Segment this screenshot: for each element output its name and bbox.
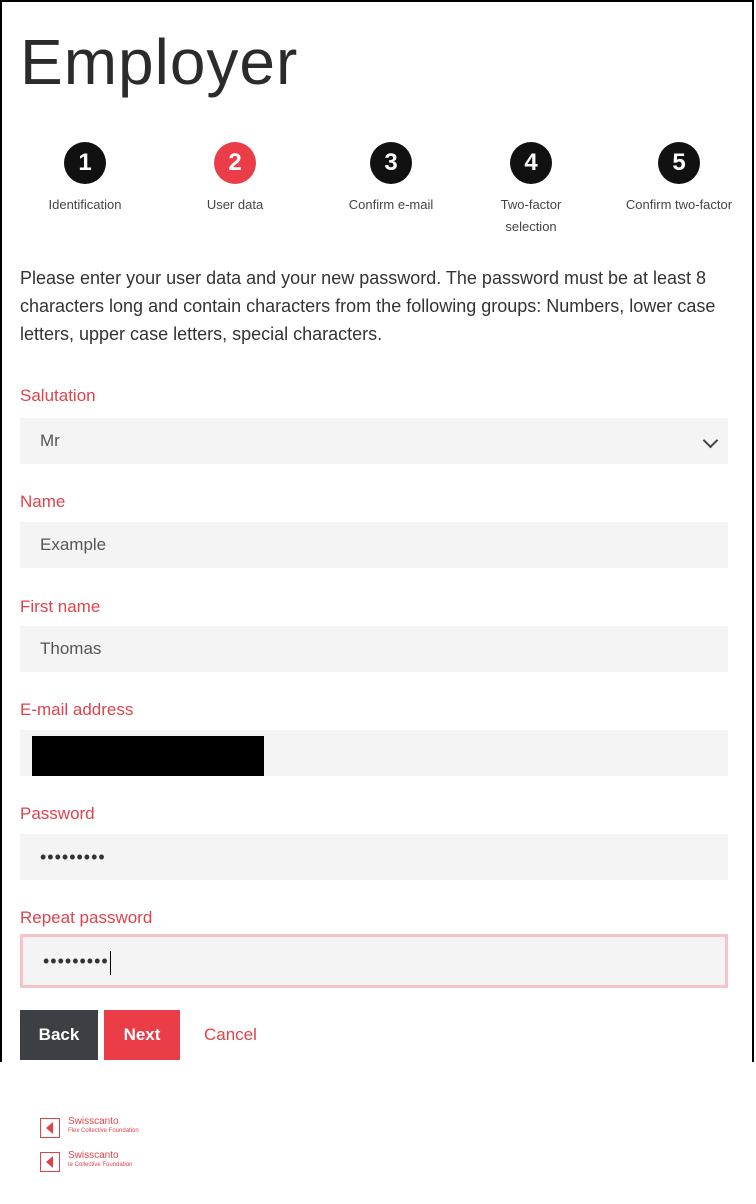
text-cursor [109, 950, 111, 975]
first-name-label: First name [20, 597, 101, 616]
logo-subtitle: te Collective Foundation [68, 1162, 133, 1168]
swisscanto-mark-icon [40, 1118, 60, 1138]
name-label: Name [20, 492, 66, 511]
name-value: Example [40, 535, 107, 554]
salutation-value: Mr [40, 431, 60, 450]
back-button[interactable]: Back [20, 1010, 98, 1060]
step-identification: 1 Identification [20, 142, 150, 216]
page-title: Employer [20, 26, 299, 98]
logo-name: Swisscanto [68, 1150, 119, 1161]
email-label: E-mail address [20, 700, 134, 719]
step-number: 4 [510, 142, 552, 184]
salutation-label: Salutation [20, 386, 96, 405]
step-number: 2 [214, 142, 256, 184]
step-number: 3 [370, 142, 412, 184]
password-value: ••••••••• [40, 847, 106, 867]
next-button[interactable]: Next [104, 1010, 180, 1060]
step-label: User data [206, 197, 264, 212]
email-input[interactable] [20, 730, 728, 776]
name-input[interactable]: Example [20, 522, 728, 568]
logo-subtitle: Flex Collective Foundation [68, 1128, 139, 1134]
step-label: Two-factor selection [500, 197, 562, 234]
password-label: Password [20, 804, 95, 823]
page-frame: Employer 1 Identification 2 User data 3 … [0, 0, 754, 1062]
password-input[interactable]: ••••••••• [20, 834, 728, 880]
step-confirm-two-factor: 5 Confirm two-factor [604, 142, 754, 216]
chevron-down-icon [702, 432, 719, 449]
step-number: 1 [64, 142, 106, 184]
step-two-factor-selection: 4 Two-factor selection [466, 142, 596, 238]
logo-name: Swisscanto [68, 1116, 119, 1127]
cancel-link[interactable]: Cancel [204, 1010, 257, 1060]
step-confirm-email: 3 Confirm e-mail [326, 142, 456, 216]
step-number: 5 [658, 142, 700, 184]
progress-steps: 1 Identification 2 User data 3 Confirm e… [20, 142, 736, 242]
first-name-value: Thomas [40, 639, 102, 658]
swisscanto-mark-icon [40, 1152, 60, 1172]
step-user-data: 2 User data [170, 142, 300, 216]
step-label: Confirm e-mail [348, 197, 434, 212]
swisscanto-collective-logo: Swisscanto te Collective Foundation [40, 1150, 180, 1192]
repeat-password-label: Repeat password [20, 908, 153, 927]
step-label: Identification [48, 197, 122, 212]
redaction-box [32, 736, 264, 776]
first-name-input[interactable]: Thomas [20, 626, 728, 672]
salutation-select[interactable]: Mr [20, 418, 728, 464]
intro-text: Please enter your user data and your new… [20, 268, 716, 344]
step-label: Confirm two-factor [625, 197, 733, 212]
repeat-password-value: ••••••••• [43, 951, 109, 971]
repeat-password-input[interactable]: ••••••••• [20, 934, 728, 988]
